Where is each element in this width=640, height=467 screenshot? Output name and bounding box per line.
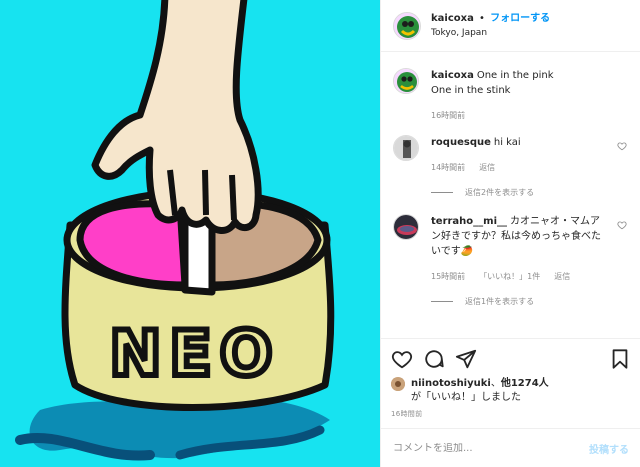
comment-item: roquesque hi kai 14時間前 返信	[393, 135, 629, 173]
comment-likes-count[interactable]: 「いいね！」1件	[479, 271, 540, 282]
caption-username[interactable]: kaicoxa	[431, 70, 474, 81]
bookmark-icon[interactable]	[609, 348, 631, 370]
post-timestamp[interactable]: 16時間前	[391, 409, 631, 419]
comment-avatar[interactable]	[393, 135, 419, 161]
comment-input[interactable]	[393, 442, 589, 454]
comment-username[interactable]: terraho__mi__	[431, 216, 507, 227]
comments-list[interactable]: kaicoxa One in the pink One in the stink …	[381, 52, 640, 338]
author-username[interactable]: kaicoxa	[431, 13, 474, 24]
comment-time[interactable]: 15時間前	[431, 271, 465, 282]
heart-icon[interactable]	[391, 348, 413, 370]
add-comment-bar: 投稿する	[381, 428, 640, 467]
reply-button[interactable]: 返信	[479, 162, 495, 173]
post-comment-button[interactable]: 投稿する	[589, 441, 629, 456]
liker-username[interactable]: niinotoshiyuki	[411, 378, 491, 389]
reply-button[interactable]: 返信	[554, 271, 570, 282]
likes-others[interactable]: 他1274人	[501, 378, 549, 389]
view-replies-button[interactable]: 返信1件を表示する	[431, 296, 629, 307]
comment-icon[interactable]	[423, 348, 445, 370]
follow-button[interactable]: フォローする	[490, 13, 550, 24]
post-header: kaicoxa • フォローする Tokyo, Japan	[381, 0, 640, 52]
comment-username[interactable]: roquesque	[431, 137, 491, 148]
likes-separator: 、	[490, 378, 501, 389]
caption-text-line2: One in the stink	[431, 85, 511, 96]
comment-time[interactable]: 14時間前	[431, 162, 465, 173]
likes-suffix: が「いいね！」しました	[411, 392, 521, 403]
view-replies-label: 返信2件を表示する	[465, 188, 535, 197]
author-avatar[interactable]	[393, 11, 421, 40]
comment-text: hi kai	[493, 137, 521, 148]
caption-avatar[interactable]	[393, 68, 419, 94]
post-sidebar: kaicoxa • フォローする Tokyo, Japan kaicoxa One…	[380, 0, 640, 467]
hand-and-jar-drawing: NEO	[15, 0, 335, 461]
comment-like-heart-icon[interactable]	[617, 220, 627, 230]
post-image[interactable]: NEO	[0, 0, 380, 467]
view-replies-button[interactable]: 返信2件を表示する	[431, 187, 629, 198]
location-link[interactable]: Tokyo, Japan	[431, 26, 550, 40]
jar-label-text: NEO	[110, 317, 281, 390]
comment-like-heart-icon[interactable]	[617, 141, 627, 151]
comment-item: terraho__mi__ カオニャオ・マムアン好きですか？私は今めっちゃ食べたい…	[393, 214, 629, 282]
likes-summary[interactable]: niinotoshiyuki、他1274人 が「いいね！」しました	[391, 377, 631, 405]
replies-divider	[431, 301, 453, 302]
caption-text-line1: One in the pink	[476, 70, 554, 81]
view-replies-label: 返信1件を表示する	[465, 297, 535, 306]
share-icon[interactable]	[455, 348, 477, 370]
liker-avatar[interactable]	[391, 377, 405, 391]
instagram-post: NEO kaicoxa • フォローする Tokyo, Japan kaicox…	[0, 0, 640, 467]
comment-avatar[interactable]	[393, 214, 419, 240]
post-actions: niinotoshiyuki、他1274人 が「いいね！」しました 16時間前	[381, 338, 640, 419]
header-separator: •	[479, 12, 485, 24]
caption: kaicoxa One in the pink One in the stink …	[393, 68, 629, 121]
caption-time[interactable]: 16時間前	[431, 110, 465, 121]
replies-divider	[431, 192, 453, 193]
